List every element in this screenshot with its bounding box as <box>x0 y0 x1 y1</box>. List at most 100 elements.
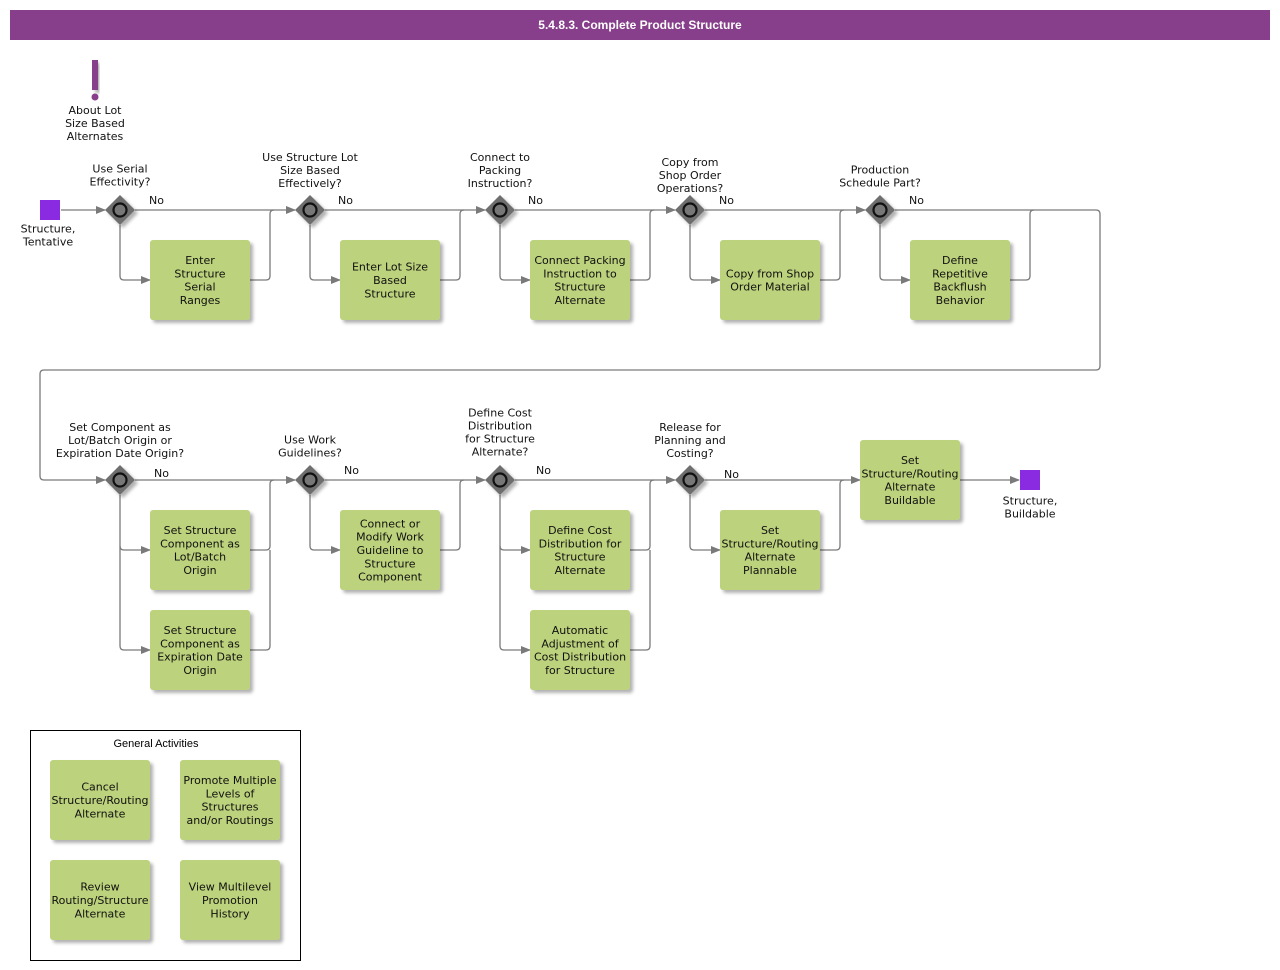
task-label-line: Structure <box>364 557 415 570</box>
task-label-line: Alternate <box>555 294 606 307</box>
gateway-question-line: Expiration Date Origin? <box>56 447 184 460</box>
gateway-question-line: Size Based <box>280 164 340 177</box>
branch-label-no: No <box>724 468 739 481</box>
annotation-about-lot-size[interactable] <box>91 60 99 101</box>
gateway-question-line: Define Cost <box>468 407 533 420</box>
task-label-line: Plannable <box>743 564 797 577</box>
task-label-line: Routing/Structure <box>51 894 148 907</box>
task-t1[interactable]: Enter Structure Serial Ranges <box>150 240 250 320</box>
gateway-question-line: Effectively? <box>278 177 342 190</box>
task-label-line: Alternate <box>75 807 126 820</box>
gateway-g6[interactable] <box>105 465 135 495</box>
start-event-label-line: Tentative <box>22 236 74 249</box>
annotation-label: About Lot Size Based Alternates <box>65 104 125 143</box>
task-t7[interactable]: Set Structure Component as Expiration Date… <box>150 610 250 690</box>
task-label-line: Structure/Routing <box>721 537 818 550</box>
task-label-line: Promotion <box>202 894 258 907</box>
task-t6[interactable]: Set Structure Component as Lot/Batch Origin <box>150 510 250 590</box>
task-label-line: Set Structure <box>164 624 237 637</box>
task-label-line: Set <box>761 524 780 537</box>
gateway-question-line: Alternate? <box>472 446 529 459</box>
gateway-question: Use Serial Effectivity? <box>90 163 151 189</box>
task-label-line: Alternate <box>745 551 796 564</box>
end-event-label: Structure, Buildable <box>1003 495 1058 521</box>
gateway-g7[interactable] <box>295 465 325 495</box>
gateway-g8[interactable] <box>485 465 515 495</box>
task-label-line: Set Structure <box>164 524 237 537</box>
branch-label-no: No <box>909 194 924 207</box>
task-t3[interactable]: Connect Packing Instruction to Structure Al… <box>530 240 630 320</box>
start-event[interactable] <box>40 200 60 220</box>
task-label-line: Set <box>901 454 920 467</box>
gateway-circle-icon <box>112 472 128 488</box>
task-label-line: Define Cost <box>548 524 613 537</box>
task-label-line: Buildable <box>884 494 935 507</box>
gateway-g2[interactable] <box>295 195 325 225</box>
gateway-g9[interactable] <box>675 465 705 495</box>
task-label-line: Enter Lot Size <box>352 261 428 274</box>
task-label-line: Order Material <box>730 281 809 294</box>
sequence-flow <box>1010 209 1035 281</box>
task-label-line: Cancel <box>81 781 118 794</box>
task-label-line: Structure <box>554 281 605 294</box>
task-label: Copy from Shop Order Material <box>726 267 814 293</box>
task-t4[interactable]: Copy from Shop Order Material <box>720 240 820 320</box>
task-label-line: Review <box>80 881 119 894</box>
task-t8[interactable]: Connect or Modify Work Guideline to Structu… <box>340 510 440 590</box>
task-label-line: Levels of <box>206 787 256 800</box>
gateway-question: Set Component as Lot/Batch Origin or Expir… <box>56 421 184 460</box>
task-label-line: Distribution for <box>539 537 622 550</box>
sequence-flow <box>689 225 721 284</box>
sequence-flow <box>440 479 465 551</box>
gateway-circle-icon <box>112 202 128 218</box>
branch-label-no: No <box>154 467 169 480</box>
task-label-line: Copy from Shop <box>726 267 814 280</box>
task-label-line: Expiration Date <box>157 651 243 664</box>
task-t5[interactable]: Define Repetitive Backflush Behavior <box>910 240 1010 320</box>
task-label-line: Connect Packing <box>534 254 625 267</box>
branch-label-no: No <box>149 194 164 207</box>
sequence-flow <box>499 545 531 554</box>
task-label-line: Adjustment of <box>541 637 619 650</box>
sequence-flow <box>630 479 655 551</box>
gateway-question-line: Guidelines? <box>278 447 342 460</box>
task-label-line: Origin <box>183 564 216 577</box>
end-event[interactable] <box>1020 470 1040 490</box>
task-t9[interactable]: Define Cost Distribution for Structure Alte… <box>530 510 630 590</box>
task-t2[interactable]: Enter Lot Size Based Structure <box>340 240 440 320</box>
gateway-g4[interactable] <box>675 195 705 225</box>
gateway-g5[interactable] <box>865 195 895 225</box>
task-t11[interactable]: Set Structure/Routing Alternate Plannable <box>720 510 820 590</box>
task-label-line: Ranges <box>180 294 221 307</box>
start-event-label: Structure, Tentative <box>21 223 76 249</box>
sequence-flow <box>820 209 845 281</box>
task-label-line: Alternate <box>75 907 126 920</box>
annotation-label-line: Alternates <box>67 130 124 143</box>
gateway-circle-icon <box>302 472 318 488</box>
task-label-line: Modify Work <box>356 531 424 544</box>
task-label-line: Structure <box>554 551 605 564</box>
gateway-question: Copy from Shop Order Operations? <box>657 156 723 195</box>
general-activity-ga2[interactable]: Promote Multiple Levels of Structures and/o… <box>180 760 280 840</box>
gateway-question: Use Work Guidelines? <box>278 434 342 460</box>
sequence-flow <box>689 495 721 554</box>
branch-label-no: No <box>719 194 734 207</box>
task-t12[interactable]: Set Structure/Routing Alternate Buildable <box>860 440 960 520</box>
annotation-label-line: About Lot <box>69 104 123 117</box>
task-label-line: Structure <box>364 287 415 300</box>
task-label-line: Based <box>373 274 407 287</box>
general-activity-ga4[interactable]: View Multilevel Promotion History <box>180 860 280 940</box>
general-activity-ga3[interactable]: Review Routing/Structure Alternate <box>50 860 150 940</box>
gateway-g3[interactable] <box>485 195 515 225</box>
gateway-g1[interactable] <box>105 195 135 225</box>
general-activity-ga1[interactable]: Cancel Structure/Routing Alternate <box>50 760 150 840</box>
gateway-question-line: Instruction? <box>468 177 533 190</box>
sequence-flow <box>250 479 275 551</box>
branch-label-no: No <box>338 194 353 207</box>
branch-label-no: No <box>536 464 551 477</box>
start-event-label-line: Structure, <box>21 223 76 236</box>
gateway-circle-icon <box>492 202 508 218</box>
gateway-question-line: Use Serial <box>92 163 147 176</box>
task-label-line: View Multilevel <box>189 881 272 894</box>
task-t10[interactable]: Automatic Adjustment of Cost Distribution f… <box>530 610 630 690</box>
